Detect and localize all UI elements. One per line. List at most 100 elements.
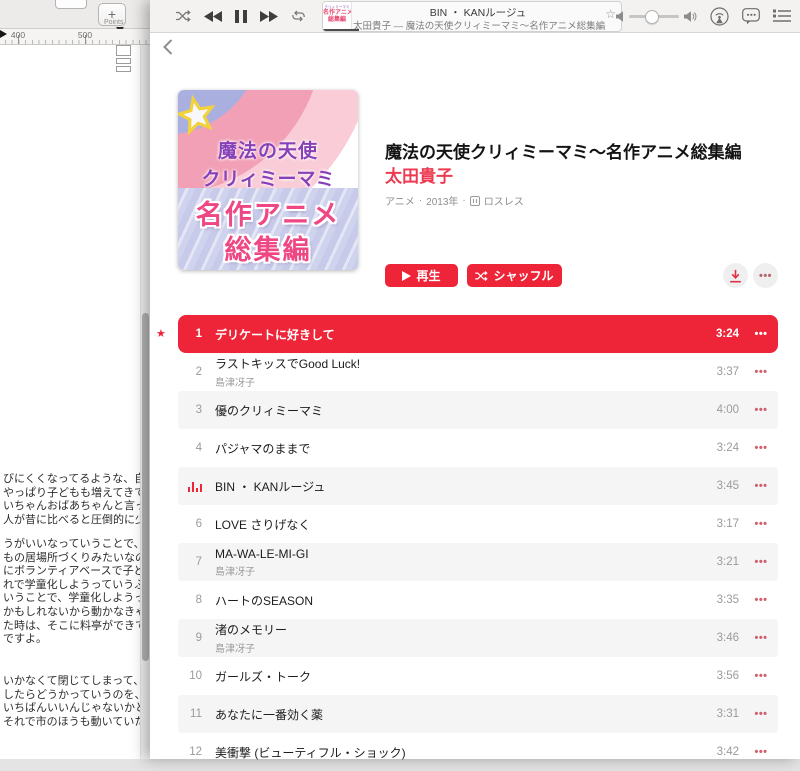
track-row[interactable]: 2ラストキッスでGood Luck!島津冴子3:37•••	[178, 353, 778, 391]
ruler-unit-label: Points	[104, 19, 123, 26]
track-more-button[interactable]: •••	[748, 442, 774, 454]
track-row[interactable]: BIN ・ KANルージュ3:45•••	[178, 467, 778, 505]
ruler-label: 500	[76, 30, 94, 40]
doc-text-line: びにくくなってるような、自分の	[3, 473, 143, 487]
doc-paragraph: うがいいなっていうことで、最初、もの居場所づくりみたいなのを2にボランティアベー…	[3, 538, 143, 647]
lyrics-icon[interactable]	[742, 8, 760, 25]
track-list: ★ 1デリケートに好きして3:24•••2ラストキッスでGood Luck!島津…	[178, 315, 778, 771]
document-window: + Points 400 500 びにくくなってるような、自分のやっぱり子どもも…	[0, 0, 150, 759]
track-duration: 3:56	[717, 670, 739, 682]
previous-track-icon[interactable]	[204, 11, 222, 22]
download-icon	[729, 269, 742, 283]
rating-star-icon[interactable]: ☆	[605, 7, 616, 21]
track-row[interactable]: 12美衝撃 (ビューティフル・ショック)3:42•••	[178, 733, 778, 771]
track-duration: 3:35	[717, 594, 739, 606]
transport-controls	[176, 0, 306, 32]
document-scrollbar-thumb[interactable]	[142, 313, 149, 661]
album-title: 魔法の天使クリィミーマミ〜名作アニメ総集編	[385, 138, 742, 163]
track-duration: 3:24	[717, 442, 739, 454]
page-thumbnails[interactable]	[116, 45, 131, 74]
track-main: BIN ・ KANルージュ	[202, 478, 717, 495]
shuffle-icon[interactable]	[176, 10, 191, 22]
shuffle-button[interactable]: シャッフル	[467, 264, 562, 287]
track-main: 優のクリィミーマミ	[202, 402, 717, 419]
track-main: 美衝撃 (ビューティフル・ショック)	[202, 744, 717, 761]
volume-min-icon[interactable]	[616, 11, 624, 22]
track-number: 9	[186, 632, 202, 644]
track-title: 優のクリィミーマミ	[215, 402, 717, 419]
track-row[interactable]: 7MA-WA-LE-MI-GI島津冴子3:21•••	[178, 543, 778, 581]
album-more-button[interactable]: •••	[753, 263, 778, 288]
page-thumbnail-icon[interactable]	[116, 45, 131, 56]
back-button[interactable]	[163, 39, 173, 60]
album-artwork[interactable]: 魔法の天使 クリィミーマミ 名作アニメ 総集編	[178, 90, 358, 270]
track-row[interactable]: 1デリケートに好きして3:24•••	[178, 315, 778, 353]
track-row[interactable]: 8ハートのSEASON3:35•••	[178, 581, 778, 619]
meta-separator: ·	[419, 195, 422, 206]
track-row[interactable]: 6LOVE さりげなく3:17•••	[178, 505, 778, 543]
track-title: ラストキッスでGood Luck!	[215, 355, 717, 372]
track-more-button[interactable]: •••	[748, 328, 774, 340]
track-more-button[interactable]: •••	[748, 366, 774, 378]
track-artist: 島津冴子	[215, 374, 717, 389]
track-more-button[interactable]: •••	[748, 404, 774, 416]
track-row[interactable]: 10ガールズ・トーク3:56•••	[178, 657, 778, 695]
track-more-button[interactable]: •••	[748, 518, 774, 530]
track-row[interactable]: 4パジャマのままで3:24•••	[178, 429, 778, 467]
lossless-icon	[470, 196, 480, 206]
track-number: 2	[186, 366, 202, 378]
document-toolbar-control[interactable]	[55, 0, 87, 9]
repeat-icon[interactable]	[291, 10, 306, 22]
doc-text-line: それで市のほうも動いていただい	[3, 716, 143, 730]
track-title: BIN ・ KANルージュ	[215, 478, 717, 495]
track-more-button[interactable]: •••	[748, 632, 774, 644]
track-more-button[interactable]: •••	[748, 746, 774, 758]
now-playing-lcd[interactable]: クリィミーマミ 名作アニメ 総集編 BIN ・ KANルージュ 太田貴子 — 魔…	[322, 1, 622, 32]
queue-icon[interactable]	[773, 9, 791, 23]
page-thumbnail-icon[interactable]	[116, 58, 131, 64]
track-number: 4	[186, 442, 202, 454]
volume-slider-knob[interactable]	[645, 10, 659, 24]
play-button[interactable]: 再生	[385, 264, 458, 287]
doc-text-line: いちばんいいんじゃないかと、子	[3, 702, 143, 716]
doc-paragraph: いかなくて閉じてしまって、あんしたらどうかっていうのを、保育いちばんいいんじゃな…	[3, 675, 143, 729]
doc-text-line: もの居場所づくりみたいなのを2	[3, 552, 143, 566]
album-meta: アニメ · 2013年 · ロスレス	[385, 193, 524, 208]
ruler-marker-icon[interactable]	[0, 30, 7, 38]
playback-progress-bar[interactable]	[323, 29, 359, 31]
download-button[interactable]	[723, 263, 748, 288]
track-more-button[interactable]: •••	[748, 480, 774, 492]
artwork-mini-text: 総集編	[323, 17, 351, 24]
page-thumbnail-icon[interactable]	[116, 66, 131, 72]
ruler-label: 400	[9, 30, 27, 40]
now-playing-artwork: クリィミーマミ 名作アニメ 総集編	[323, 2, 352, 31]
shuffle-button-label: シャッフル	[493, 267, 553, 284]
doc-text-line: うがいいなっていうことで、最初、	[3, 538, 143, 552]
album-artist-link[interactable]: 太田貴子	[385, 162, 453, 187]
artwork-mini-text: 名作アニメ	[323, 10, 351, 17]
doc-text-line: かもしれないから動かなきゃいけ	[3, 606, 143, 620]
volume-max-icon[interactable]	[684, 11, 697, 22]
track-title: 渚のメモリー	[215, 621, 717, 638]
track-title: MA-WA-LE-MI-GI	[215, 547, 717, 561]
track-more-button[interactable]: •••	[748, 594, 774, 606]
pause-icon[interactable]	[235, 10, 247, 23]
track-main: ガールズ・トーク	[202, 668, 717, 685]
volume-slider[interactable]	[629, 15, 679, 18]
music-window: クリィミーマミ 名作アニメ 総集編 BIN ・ KANルージュ 太田貴子 — 魔…	[150, 0, 800, 759]
album-quality: ロスレス	[484, 193, 524, 208]
track-number: 12	[186, 746, 202, 758]
track-row[interactable]: 11あなたに一番効く薬3:31•••	[178, 695, 778, 733]
track-number: 8	[186, 594, 202, 606]
next-track-icon[interactable]	[260, 11, 278, 22]
track-row[interactable]: 3優のクリィミーマミ4:00•••	[178, 391, 778, 429]
track-more-button[interactable]: •••	[748, 670, 774, 682]
track-duration: 3:24	[716, 328, 739, 340]
artwork-mini-text: クリィミーマミ	[324, 4, 349, 9]
track-more-button[interactable]: •••	[748, 556, 774, 568]
document-scrollbar[interactable]	[140, 45, 150, 759]
track-row[interactable]: 9渚のメモリー島津冴子3:46•••	[178, 619, 778, 657]
airplay-icon[interactable]	[710, 7, 729, 26]
track-duration: 3:21	[717, 556, 739, 568]
track-more-button[interactable]: •••	[748, 708, 774, 720]
